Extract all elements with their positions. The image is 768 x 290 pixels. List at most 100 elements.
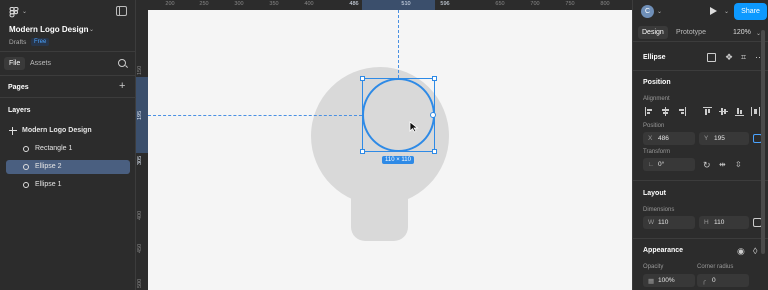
divider xyxy=(633,238,768,239)
present-play-icon[interactable] xyxy=(710,7,717,15)
h-key: H xyxy=(704,219,709,226)
arc-handle[interactable] xyxy=(430,112,436,118)
resize-handle-top-right[interactable] xyxy=(432,76,437,81)
rotate-90-icon[interactable]: ↻ xyxy=(703,160,712,170)
y-position-field[interactable]: Y 195 xyxy=(699,132,749,145)
ruler-tick-label: 150 xyxy=(137,65,143,75)
ruler-tick-label: 300 xyxy=(234,1,244,7)
width-field[interactable]: W 110 xyxy=(643,216,695,229)
align-bottom-icon[interactable] xyxy=(735,107,744,116)
add-page-icon[interactable]: + xyxy=(119,80,125,92)
right-header: C ⌄ ⌄ Share xyxy=(633,0,768,24)
ellipse-icon xyxy=(23,164,29,170)
layer-item-ellipse-2[interactable]: Ellipse 2 xyxy=(6,160,130,174)
avatar-chevron-icon[interactable]: ⌄ xyxy=(657,8,662,15)
position-label: Position xyxy=(643,123,665,129)
ruler-tick-label: 596 xyxy=(440,1,450,7)
w-value: 110 xyxy=(658,219,669,226)
left-sidebar: ⌄ Modern Logo Design ⌄ Drafts Free File … xyxy=(0,0,136,290)
ruler-tick-label: 650 xyxy=(495,1,505,7)
ruler-tick-label: 450 xyxy=(137,243,143,253)
panel-scrollbar[interactable] xyxy=(761,30,765,254)
opacity-value: 100% xyxy=(658,277,675,284)
rotation-field[interactable]: ∟ 0° xyxy=(643,158,695,171)
layer-label: Ellipse 2 xyxy=(35,163,62,170)
ruler-tick-label: 400 xyxy=(137,210,143,220)
component-grid-icon[interactable] xyxy=(707,53,716,62)
ruler-tick-label: 195 xyxy=(137,110,143,120)
resize-handle-top-left[interactable] xyxy=(360,76,365,81)
design-canvas[interactable]: 200 250 300 350 400 486 510 596 650 700 … xyxy=(136,0,632,290)
align-center-horizontal-icon[interactable] xyxy=(661,107,670,116)
layer-item-frame[interactable]: Modern Logo Design xyxy=(6,124,130,138)
alignment-label: Alignment xyxy=(643,96,670,102)
ruler-tick-label: 250 xyxy=(199,1,209,7)
alignment-guide-horizontal xyxy=(148,115,362,116)
layer-item-rectangle-1[interactable]: Rectangle 1 xyxy=(6,142,130,156)
resize-handle-bottom-right[interactable] xyxy=(432,149,437,154)
corner-radius-icon: ╭ xyxy=(702,278,706,285)
frame-selection-icon[interactable]: ⌗ xyxy=(741,52,750,62)
tab-prototype[interactable]: Prototype xyxy=(676,29,706,36)
ruler-tick-label: 486 xyxy=(349,1,359,7)
x-position-field[interactable]: X 486 xyxy=(643,132,695,145)
layer-label: Modern Logo Design xyxy=(22,127,92,134)
ruler-tick-label: 305 xyxy=(137,155,143,165)
ruler-tick-label: 700 xyxy=(530,1,540,7)
layer-item-ellipse-1[interactable]: Ellipse 1 xyxy=(6,178,130,192)
dimensions-label: Dimensions xyxy=(643,207,675,213)
ruler-tick-label: 350 xyxy=(269,1,279,7)
pages-label[interactable]: Pages xyxy=(8,84,29,91)
plan-badge: Free xyxy=(31,38,50,46)
divider xyxy=(633,70,768,71)
file-header: ⌄ Modern Logo Design ⌄ Drafts Free xyxy=(0,0,135,52)
height-field[interactable]: H 110 xyxy=(699,216,749,229)
left-tabs: File Assets xyxy=(0,52,135,76)
drafts-link[interactable]: Drafts xyxy=(9,39,26,46)
h-value: 110 xyxy=(714,219,725,226)
flip-vertical-icon[interactable]: ⇳ xyxy=(735,160,744,169)
figma-logo-icon[interactable] xyxy=(9,7,19,18)
align-left-icon[interactable] xyxy=(645,107,654,116)
ellipse-icon xyxy=(23,182,29,188)
y-value: 195 xyxy=(714,135,725,142)
ruler-tick-label: 800 xyxy=(600,1,610,7)
zoom-level[interactable]: 120% xyxy=(733,29,751,36)
toggle-sidebar-icon[interactable] xyxy=(116,6,127,16)
dimension-badge: 110 × 110 xyxy=(382,156,414,164)
present-chevron-icon[interactable]: ⌄ xyxy=(724,8,729,15)
opacity-icon: ▦ xyxy=(648,278,655,285)
main-menu-chevron-icon[interactable]: ⌄ xyxy=(22,8,27,15)
opacity-label: Opacity xyxy=(643,264,664,270)
mouse-cursor-icon xyxy=(409,121,419,135)
y-key: Y xyxy=(704,135,709,142)
opacity-field[interactable]: ▦ 100% xyxy=(643,274,695,287)
alignment-guide-vertical xyxy=(398,10,399,78)
align-top-icon[interactable] xyxy=(703,107,712,116)
rotation-icon: ∟ xyxy=(648,161,655,168)
corner-radius-label: Corner radius xyxy=(697,264,734,270)
distribute-icon[interactable] xyxy=(751,107,760,116)
file-menu-chevron-icon[interactable]: ⌄ xyxy=(89,26,94,33)
transform-label: Transform xyxy=(643,149,671,155)
layer-label: Rectangle 1 xyxy=(35,145,73,152)
search-icon[interactable] xyxy=(118,59,126,67)
visibility-eye-icon[interactable]: ◉ xyxy=(737,246,746,256)
file-title[interactable]: Modern Logo Design xyxy=(9,25,89,34)
layer-label: Ellipse 1 xyxy=(35,181,62,188)
tab-file[interactable]: File xyxy=(4,57,26,70)
flip-horizontal-icon[interactable]: ⇹ xyxy=(719,160,728,169)
align-right-icon[interactable] xyxy=(677,107,686,116)
share-button[interactable]: Share xyxy=(734,3,767,20)
pages-section: Pages + xyxy=(0,76,135,98)
component-icon[interactable]: ❖ xyxy=(725,52,734,62)
tab-assets[interactable]: Assets xyxy=(30,60,51,67)
resize-handle-bottom-left[interactable] xyxy=(360,149,365,154)
corner-radius-value: 0 xyxy=(712,277,716,284)
corner-radius-field[interactable]: ╭ 0 xyxy=(697,274,749,287)
avatar[interactable]: C xyxy=(641,5,654,18)
right-tabs: Design Prototype 120% ⌄ xyxy=(633,24,768,42)
align-center-vertical-icon[interactable] xyxy=(719,107,728,116)
ruler-tick-label: 200 xyxy=(165,1,175,7)
tab-design[interactable]: Design xyxy=(638,26,668,39)
